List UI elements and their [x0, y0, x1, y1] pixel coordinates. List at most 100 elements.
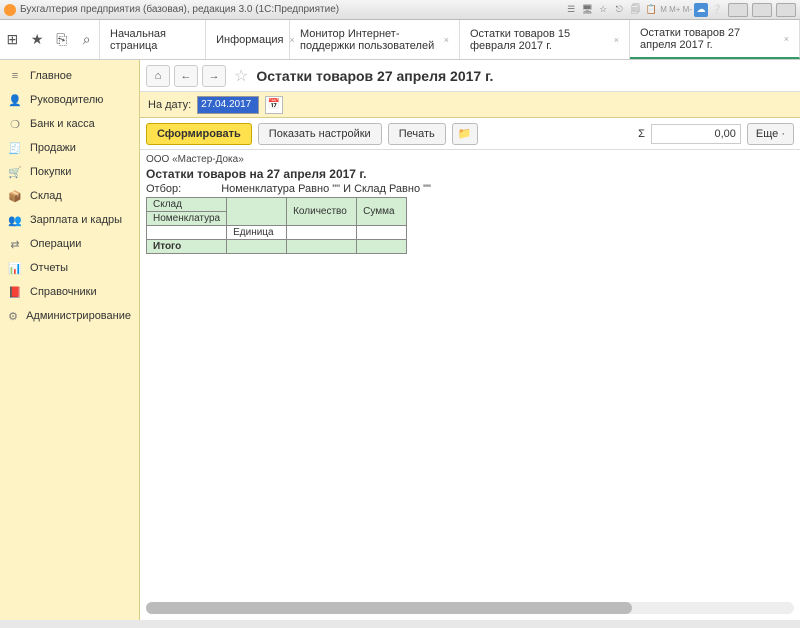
sidebar-item-bank[interactable]: ❍ Банк и касса [0, 112, 139, 136]
tab-report-apr[interactable]: Остатки товаров 27 апреля 2017 г. × [630, 20, 800, 59]
close-icon[interactable]: × [444, 35, 449, 45]
sigma-label: Σ [638, 128, 645, 140]
top-bar: ⊞ ★ ⎘ ⌕ Начальная страница Информация× М… [0, 20, 800, 60]
body: ≡Главное 👤 Руководителю ❍ Банк и касса 🧾 Пр… [0, 60, 800, 620]
tab-label: Остатки товаров 15 февраля 2017 г. [470, 28, 608, 52]
sidebar-item-operations[interactable]: ⇄ Операции [0, 232, 139, 256]
sidebar-item-label: Справочники [30, 286, 97, 298]
col-empty [227, 198, 287, 226]
sidebar-item-purchases[interactable]: 🛒 Покупки [0, 160, 139, 184]
sidebar-item-sales[interactable]: 🧾 Продажи [0, 136, 139, 160]
swap-icon: ⇄ [8, 237, 22, 251]
close-icon[interactable]: × [784, 34, 789, 44]
back-button[interactable]: ← [174, 65, 198, 87]
sidebar-item-label: Главное [30, 70, 72, 82]
tool-icon[interactable]: ⎋ [612, 3, 626, 17]
favorite-icon[interactable]: ☆ [234, 66, 248, 86]
total-row: Итого [147, 240, 407, 254]
titlebar-tools: ☰ 🖥 ☆ ⎋ 🗐 📋 M M+ M- ☁ ❔ [564, 3, 796, 17]
toolbar: Сформировать Показать настройки Печать 📁… [140, 118, 800, 150]
sidebar-item-main[interactable]: ≡Главное [0, 64, 139, 88]
tool-icon[interactable]: ☰ [564, 3, 578, 17]
apps-icon[interactable]: ⊞ [3, 31, 21, 49]
tab-monitor[interactable]: Монитор Интернет-поддержки пользователей… [290, 20, 460, 59]
col-unit: Единица [227, 226, 287, 240]
tab-label: Начальная страница [110, 28, 195, 52]
show-settings-button[interactable]: Показать настройки [258, 123, 382, 145]
tool-icon[interactable]: 🖥 [580, 3, 594, 17]
tab-info[interactable]: Информация× [206, 20, 290, 59]
close-icon[interactable]: × [614, 35, 619, 45]
sidebar-item-refs[interactable]: 📕 Справочники [0, 280, 139, 304]
minimize-button[interactable] [728, 3, 748, 17]
sidebar-item-label: Зарплата и кадры [30, 214, 122, 226]
report-area: ООО «Мастер-Дока» Остатки товаров на 27 … [140, 150, 800, 620]
cart-icon: 🛒 [8, 165, 22, 179]
tool-text[interactable]: M M+ M- [660, 3, 692, 17]
maximize-button[interactable] [752, 3, 772, 17]
scrollbar-thumb[interactable] [146, 602, 632, 614]
main-area: ⌂ ← → ☆ Остатки товаров 27 апреля 2017 г… [140, 60, 800, 620]
col-sub [147, 226, 227, 240]
date-input[interactable] [197, 96, 259, 114]
sidebar-item-label: Склад [30, 190, 62, 202]
forward-button[interactable]: → [202, 65, 226, 87]
calendar-button[interactable]: 📅 [265, 96, 283, 114]
user-icon: 👤 [8, 93, 22, 107]
sum-field[interactable]: 0,00 [651, 124, 741, 144]
horizontal-scrollbar[interactable] [146, 602, 794, 614]
tool-icon[interactable]: 📋 [644, 3, 658, 17]
sidebar-item-salary[interactable]: 👥 Зарплата и кадры [0, 208, 139, 232]
tab-label: Монитор Интернет-поддержки пользователей [300, 28, 438, 52]
org-name: ООО «Мастер-Дока» [146, 154, 794, 165]
generate-button[interactable]: Сформировать [146, 123, 252, 145]
chart-icon: 📊 [8, 261, 22, 275]
report-filter: Отбор: Номенклатура Равно "" И Склад Рав… [146, 183, 794, 195]
sidebar-item-label: Отчеты [30, 262, 68, 274]
sidebar-item-label: Операции [30, 238, 81, 250]
sidebar-item-admin[interactable]: ⚙Администрирование [0, 304, 139, 328]
sidebar: ≡Главное 👤 Руководителю ❍ Банк и касса 🧾 Пр… [0, 60, 140, 620]
receipt-icon: 🧾 [8, 141, 22, 155]
filter-label: Отбор: [146, 183, 181, 195]
tool-icon[interactable]: ☆ [596, 3, 610, 17]
print-button[interactable]: Печать [388, 123, 446, 145]
tool-icon[interactable]: 🗐 [628, 3, 642, 17]
tab-report-feb[interactable]: Остатки товаров 15 февраля 2017 г. × [460, 20, 630, 59]
sidebar-item-manager[interactable]: 👤 Руководителю [0, 88, 139, 112]
folder-button[interactable]: 📁 [452, 123, 478, 145]
report-table: Склад Количество Сумма Номенклатура Един… [146, 197, 407, 254]
sidebar-item-stock[interactable]: 📦 Склад [0, 184, 139, 208]
book-icon: 📕 [8, 285, 22, 299]
sidebar-item-reports[interactable]: 📊 Отчеты [0, 256, 139, 280]
tab-start[interactable]: Начальная страница [100, 20, 206, 59]
search-icon[interactable]: ⌕ [78, 31, 96, 49]
sidebar-item-label: Продажи [30, 142, 76, 154]
sidebar-item-label: Покупки [30, 166, 71, 178]
box-icon: 📦 [8, 189, 22, 203]
page-title: Остатки товаров 27 апреля 2017 г. [256, 68, 493, 84]
sidebar-item-label: Руководителю [30, 94, 103, 106]
date-label: На дату: [148, 99, 191, 111]
home-button[interactable]: ⌂ [146, 65, 170, 87]
tool-icon[interactable]: ☁ [694, 3, 708, 17]
sidebar-item-label: Банк и касса [30, 118, 95, 130]
more-button[interactable]: Еще · [747, 123, 794, 145]
window-titlebar: Бухгалтерия предприятия (базовая), редак… [0, 0, 800, 20]
coin-icon: ❍ [8, 117, 22, 131]
app-icon [4, 4, 16, 16]
col-qty: Количество [287, 198, 357, 226]
clipboard-icon[interactable]: ⎘ [53, 31, 71, 49]
gear-icon: ⚙ [8, 309, 18, 323]
filter-text: Номенклатура Равно "" И Склад Равно "" [221, 183, 431, 195]
tab-label: Остатки товаров 27 апреля 2017 г. [640, 27, 778, 51]
close-button[interactable] [776, 3, 796, 17]
tab-bar: Начальная страница Информация× Монитор И… [100, 20, 800, 59]
star-icon[interactable]: ★ [28, 31, 46, 49]
total-label: Итого [147, 240, 227, 254]
date-row: На дату: 📅 [140, 92, 800, 118]
people-icon: 👥 [8, 213, 22, 227]
tool-icon[interactable]: ❔ [710, 3, 724, 17]
report-title: Остатки товаров на 27 апреля 2017 г. [146, 167, 794, 181]
col-nomen: Номенклатура [147, 212, 227, 226]
